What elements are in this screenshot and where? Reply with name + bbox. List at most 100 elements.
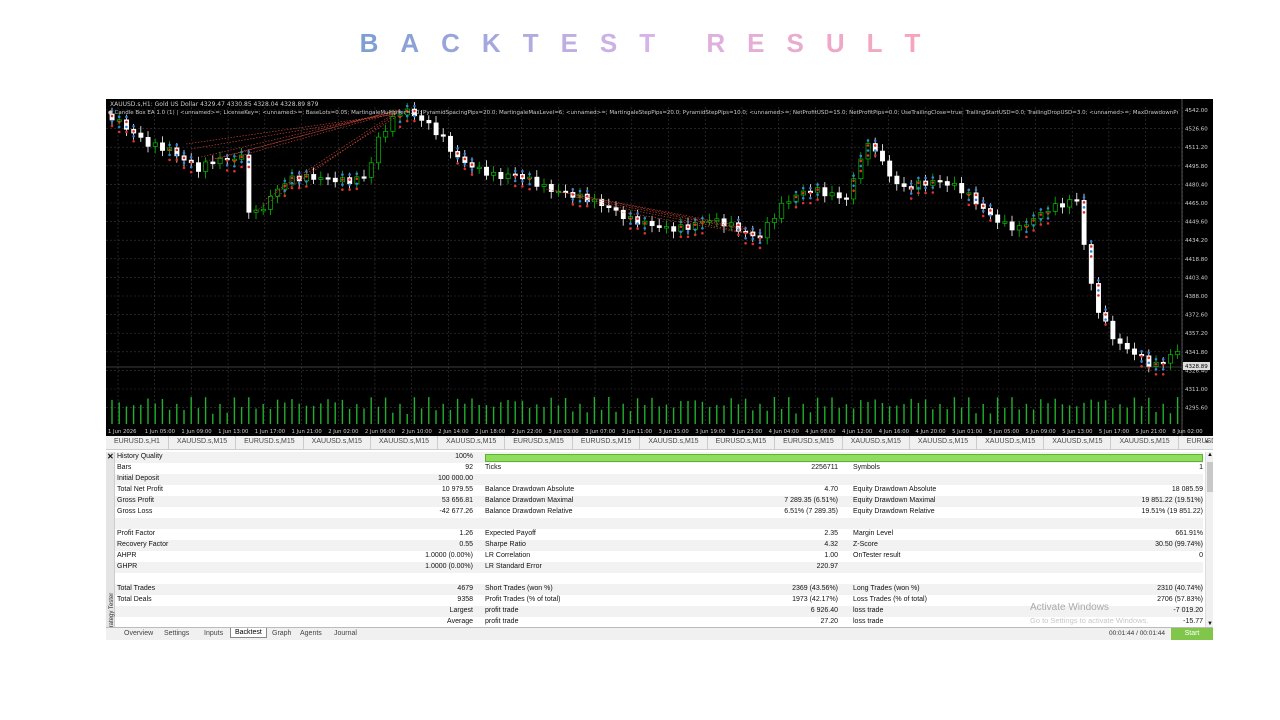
candle-body bbox=[1124, 342, 1130, 350]
trade-marker bbox=[456, 162, 459, 165]
ea-parameters-line: ● Candle Box EA 1.0 (1) | <unnamed>=; Li… bbox=[108, 110, 1178, 116]
trade-marker bbox=[456, 152, 459, 155]
tab-journal[interactable]: Journal bbox=[330, 629, 361, 638]
candle-body bbox=[332, 177, 338, 183]
tab-inputs[interactable]: Inputs bbox=[200, 629, 227, 638]
time-axis-label: 3 Jun 19:00 bbox=[695, 429, 726, 435]
symbol-tab[interactable]: XAUUSD.s,M15 bbox=[843, 436, 910, 449]
price-chart[interactable]: 4542.00 4526.60 4511.20 4495.80 4480.40 4465.… bbox=[106, 99, 1213, 436]
symbol-tab[interactable]: EURUSD.s,M15 bbox=[573, 436, 641, 449]
trade-marker bbox=[225, 159, 229, 162]
symbol-tab[interactable]: EURUSD.s,M15 bbox=[708, 436, 776, 449]
symbol-tab[interactable]: XAUUSD.s,M15 bbox=[371, 436, 439, 449]
candle-body bbox=[476, 166, 482, 170]
tab-agents[interactable]: Agents bbox=[296, 629, 326, 638]
candle-body bbox=[383, 130, 389, 138]
trade-marker bbox=[182, 161, 186, 165]
trade-marker bbox=[585, 199, 589, 203]
trade-marker bbox=[168, 143, 171, 147]
scroll-right-icon[interactable]: ▸ bbox=[1206, 438, 1209, 445]
trade-marker bbox=[513, 179, 517, 183]
symbol-tab[interactable]: XAUUSD.s,M15 bbox=[910, 436, 978, 449]
title-letter: U bbox=[825, 28, 867, 58]
report-value: 9358 bbox=[457, 596, 473, 603]
price-axis-label: 4449.60 bbox=[1185, 220, 1208, 226]
trade-marker bbox=[686, 225, 690, 229]
time-axis-label: 4 Jun 16:00 bbox=[879, 429, 910, 435]
trade-marker bbox=[470, 163, 474, 166]
report-row: Initial Deposit 100 000.00 bbox=[115, 474, 1203, 485]
trade-marker bbox=[909, 197, 913, 200]
symbol-tab[interactable]: EURUSD.s,M15 bbox=[505, 436, 573, 449]
symbol-tab[interactable]: EURUSD.s,H1 bbox=[106, 436, 169, 449]
report-value: 7 289.35 (6.51%) bbox=[784, 497, 838, 504]
trade-marker bbox=[341, 188, 344, 191]
candle-body bbox=[426, 119, 432, 124]
close-icon[interactable]: ✕ bbox=[107, 452, 114, 461]
trade-link-line bbox=[275, 108, 402, 192]
symbol-tab[interactable]: EURUSD.s,M15 bbox=[775, 436, 843, 449]
trade-marker bbox=[636, 222, 639, 225]
trade-marker bbox=[909, 187, 913, 190]
report-value: 4.70 bbox=[824, 486, 838, 493]
price-axis-label: 4465.00 bbox=[1185, 201, 1208, 207]
trade-marker bbox=[1154, 372, 1158, 376]
trade-marker bbox=[571, 188, 575, 191]
trade-marker bbox=[794, 195, 798, 199]
scroll-up-icon[interactable]: ▲ bbox=[1207, 452, 1213, 458]
symbol-tab[interactable]: XAUUSD.s,M15 bbox=[1044, 436, 1112, 449]
tab-graph[interactable]: Graph bbox=[268, 629, 295, 638]
trade-marker bbox=[737, 233, 740, 237]
trade-marker bbox=[758, 236, 762, 240]
candle-body bbox=[160, 142, 165, 151]
report-label: Expected Payoff bbox=[485, 530, 536, 537]
report-row: Recovery Factor 0.55 Sharpe Ratio 4.32 Z-Sco… bbox=[115, 540, 1203, 551]
report-label: Margin Level bbox=[853, 530, 894, 537]
candle-body bbox=[1110, 320, 1116, 340]
candle-body bbox=[505, 173, 511, 179]
price-axis-label: 4495.80 bbox=[1185, 164, 1208, 170]
candle-body bbox=[952, 183, 957, 186]
trade-marker bbox=[816, 193, 819, 196]
trade-marker bbox=[1032, 219, 1035, 222]
trade-marker bbox=[1140, 355, 1143, 358]
symbol-tab[interactable]: XAUUSD.s,M15 bbox=[977, 436, 1045, 449]
symbol-tab[interactable]: XAUUSD.s,M15 bbox=[169, 436, 237, 449]
time-axis-label: 8 Jun 02:00 bbox=[1172, 429, 1203, 435]
price-axis-label: 4388.00 bbox=[1185, 294, 1208, 300]
symbol-tab[interactable]: EURUSD.s,M15 bbox=[236, 436, 304, 449]
candle-body bbox=[541, 183, 547, 187]
report-label: Bars bbox=[117, 464, 132, 471]
candle-body bbox=[260, 209, 266, 212]
report-row: Bars 92 Ticks 2256711 Symbols 1 bbox=[115, 463, 1203, 474]
symbol-tab[interactable]: XAUUSD.s,M15 bbox=[304, 436, 371, 449]
tab-settings[interactable]: Settings bbox=[160, 629, 193, 638]
trade-marker bbox=[873, 144, 877, 147]
report-value: 18 085.59 bbox=[1171, 486, 1203, 493]
tab-overview[interactable]: Overview bbox=[120, 629, 157, 638]
report-value: 6 926.40 bbox=[810, 607, 838, 614]
report-label: Average bbox=[447, 618, 473, 625]
symbol-tab[interactable]: XAUUSD.s,M15 bbox=[1111, 436, 1179, 449]
start-button[interactable]: Start bbox=[1171, 628, 1213, 640]
trade-marker bbox=[521, 180, 524, 183]
candle-body bbox=[786, 201, 792, 204]
trade-marker bbox=[168, 158, 171, 162]
report-label: profit trade bbox=[485, 618, 519, 625]
trade-marker bbox=[1161, 357, 1165, 361]
trade-marker bbox=[758, 246, 762, 250]
candle-body bbox=[1074, 199, 1080, 202]
trade-marker bbox=[168, 148, 171, 152]
report-label: Short Trades (won %) bbox=[485, 585, 553, 592]
symbol-tab[interactable]: XAUUSD.s,M15 bbox=[438, 436, 506, 449]
candle-body bbox=[714, 218, 720, 222]
activate-windows-hint: Go to Settings to activate Windows. bbox=[1030, 616, 1149, 625]
candle-body bbox=[671, 226, 677, 232]
symbol-tab[interactable]: XAUUSD.s,M15 bbox=[640, 436, 708, 449]
time-axis-label: 3 Jun 07:00 bbox=[585, 429, 616, 435]
trade-marker bbox=[686, 235, 690, 239]
candle-body bbox=[433, 122, 439, 136]
report-scrollbar[interactable]: ▲ ▼ bbox=[1205, 452, 1213, 627]
scroll-thumb[interactable] bbox=[1207, 462, 1213, 492]
tab-backtest[interactable]: Backtest bbox=[230, 628, 267, 638]
